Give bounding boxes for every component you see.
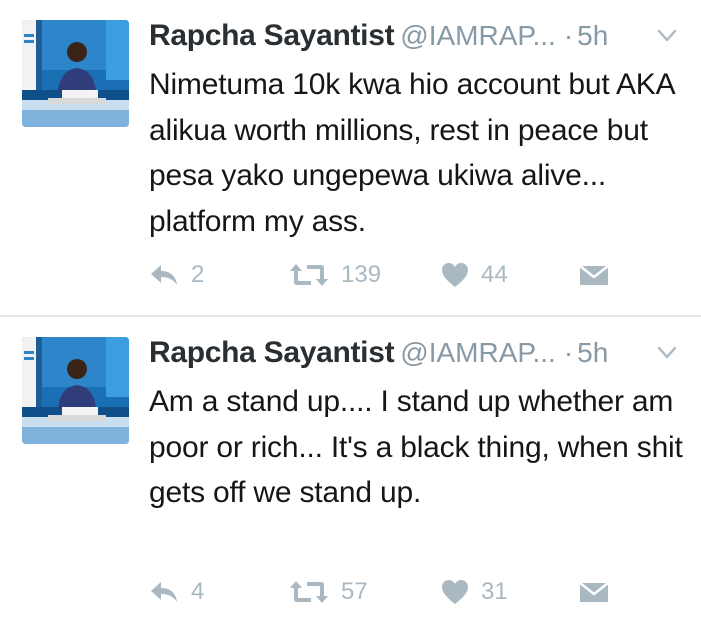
tweet[interactable]: Rapcha Sayantist @IAMRAP... · 5h Nimetuma 1…: [0, 0, 701, 316]
reply-count: 4: [191, 578, 205, 605]
avatar[interactable]: [22, 337, 129, 444]
heart-icon: [442, 263, 468, 287]
user-name[interactable]: Rapcha Sayantist: [149, 336, 395, 369]
tweet-text: Am a stand up.... I stand up whether am …: [149, 385, 683, 509]
reply-count: 2: [191, 261, 205, 288]
direct-message-button[interactable]: [579, 258, 609, 292]
chevron-down-icon[interactable]: [657, 28, 677, 44]
retweet-icon: [290, 264, 328, 286]
like-count: 44: [481, 261, 508, 288]
tweet-header: Rapcha Sayantist @IAMRAP... · 5h: [149, 331, 689, 375]
tweet-text: Nimetuma 10k kwa hio account but AKA ali…: [149, 68, 674, 238]
tweet-actions: 4 57 31: [149, 575, 669, 609]
tweet[interactable]: Rapcha Sayantist @IAMRAP... · 5h Am a stand…: [0, 317, 701, 620]
heart-icon: [442, 580, 468, 604]
reply-icon: [151, 265, 177, 285]
retweet-count: 139: [341, 261, 382, 288]
retweet-button[interactable]: 57: [289, 575, 368, 609]
user-handle[interactable]: @IAMRAP...: [400, 337, 556, 368]
direct-message-button[interactable]: [579, 575, 609, 609]
tweet-actions: 2 139 44: [149, 258, 669, 292]
like-button[interactable]: 44: [441, 258, 508, 292]
tweet-header: Rapcha Sayantist @IAMRAP... · 5h: [149, 14, 689, 58]
separator-dot: ·: [563, 337, 574, 368]
retweet-count: 57: [341, 578, 368, 605]
direct-message-icon: [579, 582, 609, 602]
timestamp[interactable]: 5h: [577, 20, 608, 51]
reply-button[interactable]: 4: [149, 575, 204, 609]
reply-button[interactable]: 2: [149, 258, 204, 292]
user-handle[interactable]: @IAMRAP...: [400, 20, 556, 51]
user-name[interactable]: Rapcha Sayantist: [149, 19, 395, 52]
separator-dot: ·: [563, 20, 574, 51]
timestamp[interactable]: 5h: [577, 337, 608, 368]
direct-message-icon: [579, 265, 609, 285]
retweet-button[interactable]: 139: [289, 258, 381, 292]
reply-icon: [151, 582, 177, 602]
like-button[interactable]: 31: [441, 575, 508, 609]
chevron-down-icon[interactable]: [657, 345, 677, 361]
avatar[interactable]: [22, 20, 129, 127]
retweet-icon: [290, 581, 328, 603]
like-count: 31: [481, 578, 508, 605]
